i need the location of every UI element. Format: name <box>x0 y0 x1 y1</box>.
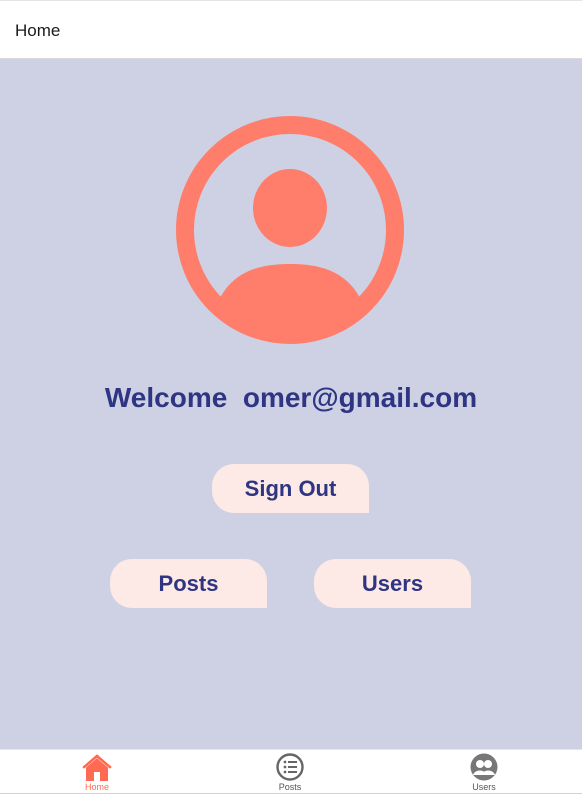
welcome-prefix: Welcome <box>104 382 228 413</box>
main-content: Welcome omer@gmail.com Sign Out Posts Us… <box>0 59 582 749</box>
sign-out-button[interactable]: Sign Out <box>212 464 369 513</box>
tab-posts[interactable]: Posts <box>230 750 350 794</box>
page-title: Home <box>15 21 61 40</box>
user-email: omer@gmail.com <box>242 382 478 413</box>
tab-posts-label: Posts <box>278 782 302 792</box>
home-icon <box>81 753 113 781</box>
posts-button[interactable]: Posts <box>110 559 267 608</box>
bottom-tab-bar: Home Posts Users <box>0 749 582 793</box>
list-icon <box>276 753 304 781</box>
app-header: Home <box>0 0 582 59</box>
user-avatar-icon <box>176 116 404 344</box>
tab-users-label: Users <box>472 782 496 792</box>
users-button[interactable]: Users <box>314 559 471 608</box>
tab-users[interactable]: Users <box>424 750 544 794</box>
users-icon <box>470 753 498 781</box>
welcome-message: Welcome omer@gmail.com <box>0 382 582 414</box>
tab-home-label: Home <box>84 782 109 792</box>
tab-home[interactable]: Home <box>37 750 157 794</box>
